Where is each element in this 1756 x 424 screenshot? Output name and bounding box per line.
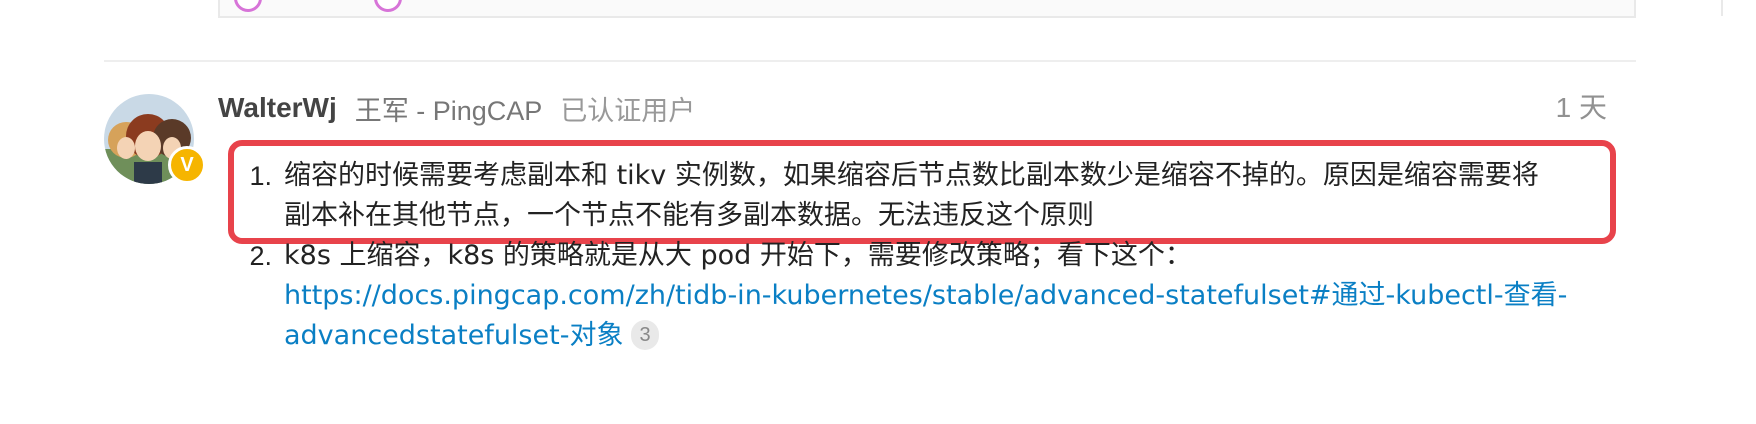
post-divider [104, 60, 1636, 62]
participant-avatar[interactable] [234, 0, 262, 12]
post-author-info: WalterWj 王军 - PingCAP 已认证用户 [218, 88, 695, 128]
full-name: 王军 - PingCAP [354, 95, 543, 126]
docs-link[interactable]: advancedstatefulset-对象 [284, 320, 623, 351]
verified-badge-icon: V [168, 146, 206, 184]
username[interactable]: WalterWj [218, 92, 337, 124]
previous-post-box [218, 0, 1723, 18]
link-click-count: 3 [631, 319, 659, 350]
post-date[interactable]: 1 天 [1556, 88, 1607, 128]
divider [1721, 0, 1723, 16]
list-number: 1. [249, 161, 272, 191]
list-item-text: k8s 上缩容，k8s 的策略就是从大 pod 开始下，需要修改策略；看下这个： [284, 240, 1192, 271]
list-item-text: 副本补在其他节点，一个节点不能有多副本数据。无法违反这个原则 [284, 200, 1094, 231]
docs-link[interactable]: https://docs.pingcap.com/zh/tidb-in-kube… [284, 280, 1567, 311]
participant-avatar[interactable] [374, 0, 402, 12]
user-title: 已认证用户 [560, 95, 696, 126]
list-item-text: 缩容的时候需要考虑副本和 tikv 实例数，如果缩容后节点数比副本数少是缩容不掉… [284, 160, 1539, 191]
list-number: 2. [249, 241, 272, 271]
